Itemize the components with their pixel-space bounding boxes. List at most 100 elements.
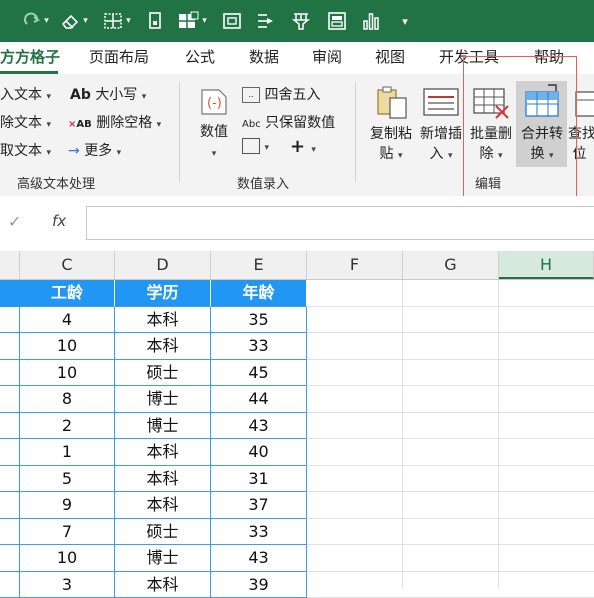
case-button[interactable]: Ab 大小写 ▾: [70, 84, 146, 104]
table-cell[interactable]: 硕士: [115, 519, 211, 546]
cursor-icon[interactable]: [252, 8, 278, 34]
delete-space-icon: ×AB: [68, 119, 92, 130]
more-button[interactable]: → 更多 ▾: [68, 140, 121, 160]
column-gridline: [498, 280, 499, 588]
column-header-c[interactable]: C: [20, 251, 115, 279]
table-cell[interactable]: 43: [211, 413, 307, 440]
customize-icon[interactable]: ▾: [396, 8, 414, 34]
value-button[interactable]: 数值▾: [194, 122, 234, 164]
table-cell[interactable]: 39: [211, 572, 307, 598]
redo-icon[interactable]: ▾: [20, 8, 52, 34]
table-cell[interactable]: [0, 307, 20, 334]
column-gridline: [402, 280, 403, 588]
table-cell[interactable]: 8: [20, 386, 115, 413]
table-header-cell[interactable]: [0, 280, 20, 307]
round-button[interactable]: .. 四舍五入: [242, 84, 320, 104]
round-icon: ..: [242, 87, 260, 103]
insert-button[interactable]: 新增插入 ▾: [414, 124, 468, 166]
table-cell[interactable]: [0, 333, 20, 360]
text-menu-2[interactable]: 除文本 ▾: [0, 112, 51, 132]
abc-icon: Abc: [242, 119, 261, 130]
table-cell[interactable]: [0, 360, 20, 387]
table-cell[interactable]: 10: [20, 360, 115, 387]
table-cell[interactable]: 博士: [115, 386, 211, 413]
text-menu-3[interactable]: 取文本 ▾: [0, 140, 51, 160]
table-cell[interactable]: 43: [211, 545, 307, 572]
filter-icon[interactable]: [288, 8, 314, 34]
table-cell[interactable]: 7: [20, 519, 115, 546]
column-header-d[interactable]: D: [115, 251, 211, 279]
column-header-h[interactable]: H: [499, 251, 594, 279]
table-cell[interactable]: [0, 545, 20, 572]
tab-view[interactable]: 视图: [375, 42, 405, 74]
table-cell[interactable]: 31: [211, 466, 307, 493]
table-cell[interactable]: 3: [20, 572, 115, 598]
row-gridline: [307, 359, 594, 360]
table-cell[interactable]: 本科: [115, 466, 211, 493]
table-cell[interactable]: 35: [211, 307, 307, 334]
ribbon-separator: [179, 82, 180, 182]
table-cell[interactable]: 45: [211, 360, 307, 387]
table-cell[interactable]: 4: [20, 307, 115, 334]
column-header-e[interactable]: E: [211, 251, 307, 279]
table-icon[interactable]: ▾: [174, 8, 210, 34]
column-header-b[interactable]: [0, 251, 20, 279]
tab-page-layout[interactable]: 页面布局: [89, 42, 149, 74]
table-cell[interactable]: 本科: [115, 439, 211, 466]
plus-icon: +: [290, 136, 305, 157]
table-cell[interactable]: [0, 572, 20, 598]
eraser-icon[interactable]: ▾: [58, 8, 90, 34]
function-icon[interactable]: fx: [52, 212, 66, 230]
table-cell[interactable]: 37: [211, 492, 307, 519]
table-cell[interactable]: 本科: [115, 572, 211, 598]
table-cell[interactable]: [0, 466, 20, 493]
table-cell[interactable]: 33: [211, 333, 307, 360]
table-cell[interactable]: 5: [20, 466, 115, 493]
column-header-f[interactable]: F: [307, 251, 403, 279]
table-cell[interactable]: [0, 413, 20, 440]
sheet-grid[interactable]: 工龄学历年龄4本科3510本科3310硕士458博士442博士431本科405本…: [0, 280, 594, 588]
table-cell[interactable]: [0, 439, 20, 466]
table-cell[interactable]: 2: [20, 413, 115, 440]
table-header-cell[interactable]: 学历: [115, 280, 211, 307]
text-menu-1[interactable]: 入文本 ▾: [0, 84, 51, 104]
table-cell[interactable]: 博士: [115, 545, 211, 572]
table-cell[interactable]: 博士: [115, 413, 211, 440]
tab-formulas[interactable]: 公式: [185, 42, 215, 74]
tab-data[interactable]: 数据: [249, 42, 279, 74]
screenshot-icon[interactable]: [220, 8, 244, 34]
table-cell[interactable]: 本科: [115, 333, 211, 360]
table-cell[interactable]: 10: [20, 545, 115, 572]
table-cell[interactable]: 40: [211, 439, 307, 466]
table-cell[interactable]: 44: [211, 386, 307, 413]
table-cell[interactable]: [0, 492, 20, 519]
table-cell[interactable]: 1: [20, 439, 115, 466]
table-cell[interactable]: 33: [211, 519, 307, 546]
formula-input[interactable]: [86, 206, 594, 240]
table-header-cell[interactable]: 年龄: [211, 280, 307, 307]
confirm-icon[interactable]: ✓: [8, 212, 21, 231]
plus-button[interactable]: + ▾: [290, 136, 316, 157]
keep-value-button[interactable]: Abc 只保留数值: [242, 112, 335, 132]
tab-fangfang[interactable]: 方方格子: [0, 42, 60, 74]
table-cell[interactable]: 本科: [115, 492, 211, 519]
chart-icon[interactable]: [358, 8, 384, 34]
column-header-g[interactable]: G: [403, 251, 499, 279]
highlight-box: [463, 56, 577, 219]
delete-space-button[interactable]: ×AB 删除空格 ▾: [68, 112, 161, 132]
tab-review[interactable]: 审阅: [312, 42, 342, 74]
table-cell[interactable]: [0, 519, 20, 546]
find-icon: [574, 84, 594, 120]
row-gridline: [307, 518, 594, 519]
format-painter-icon[interactable]: [144, 8, 166, 34]
fill-button[interactable]: ▾: [242, 138, 269, 154]
table-cell[interactable]: [0, 386, 20, 413]
table-header-cell[interactable]: 工龄: [20, 280, 115, 307]
table-cell[interactable]: 9: [20, 492, 115, 519]
copy-paste-button[interactable]: 复制粘贴 ▾: [364, 124, 418, 166]
table-cell[interactable]: 10: [20, 333, 115, 360]
table-cell[interactable]: 本科: [115, 307, 211, 334]
table-cell[interactable]: 硕士: [115, 360, 211, 387]
borders-icon[interactable]: ▾: [100, 8, 134, 34]
form-icon[interactable]: [324, 8, 350, 34]
